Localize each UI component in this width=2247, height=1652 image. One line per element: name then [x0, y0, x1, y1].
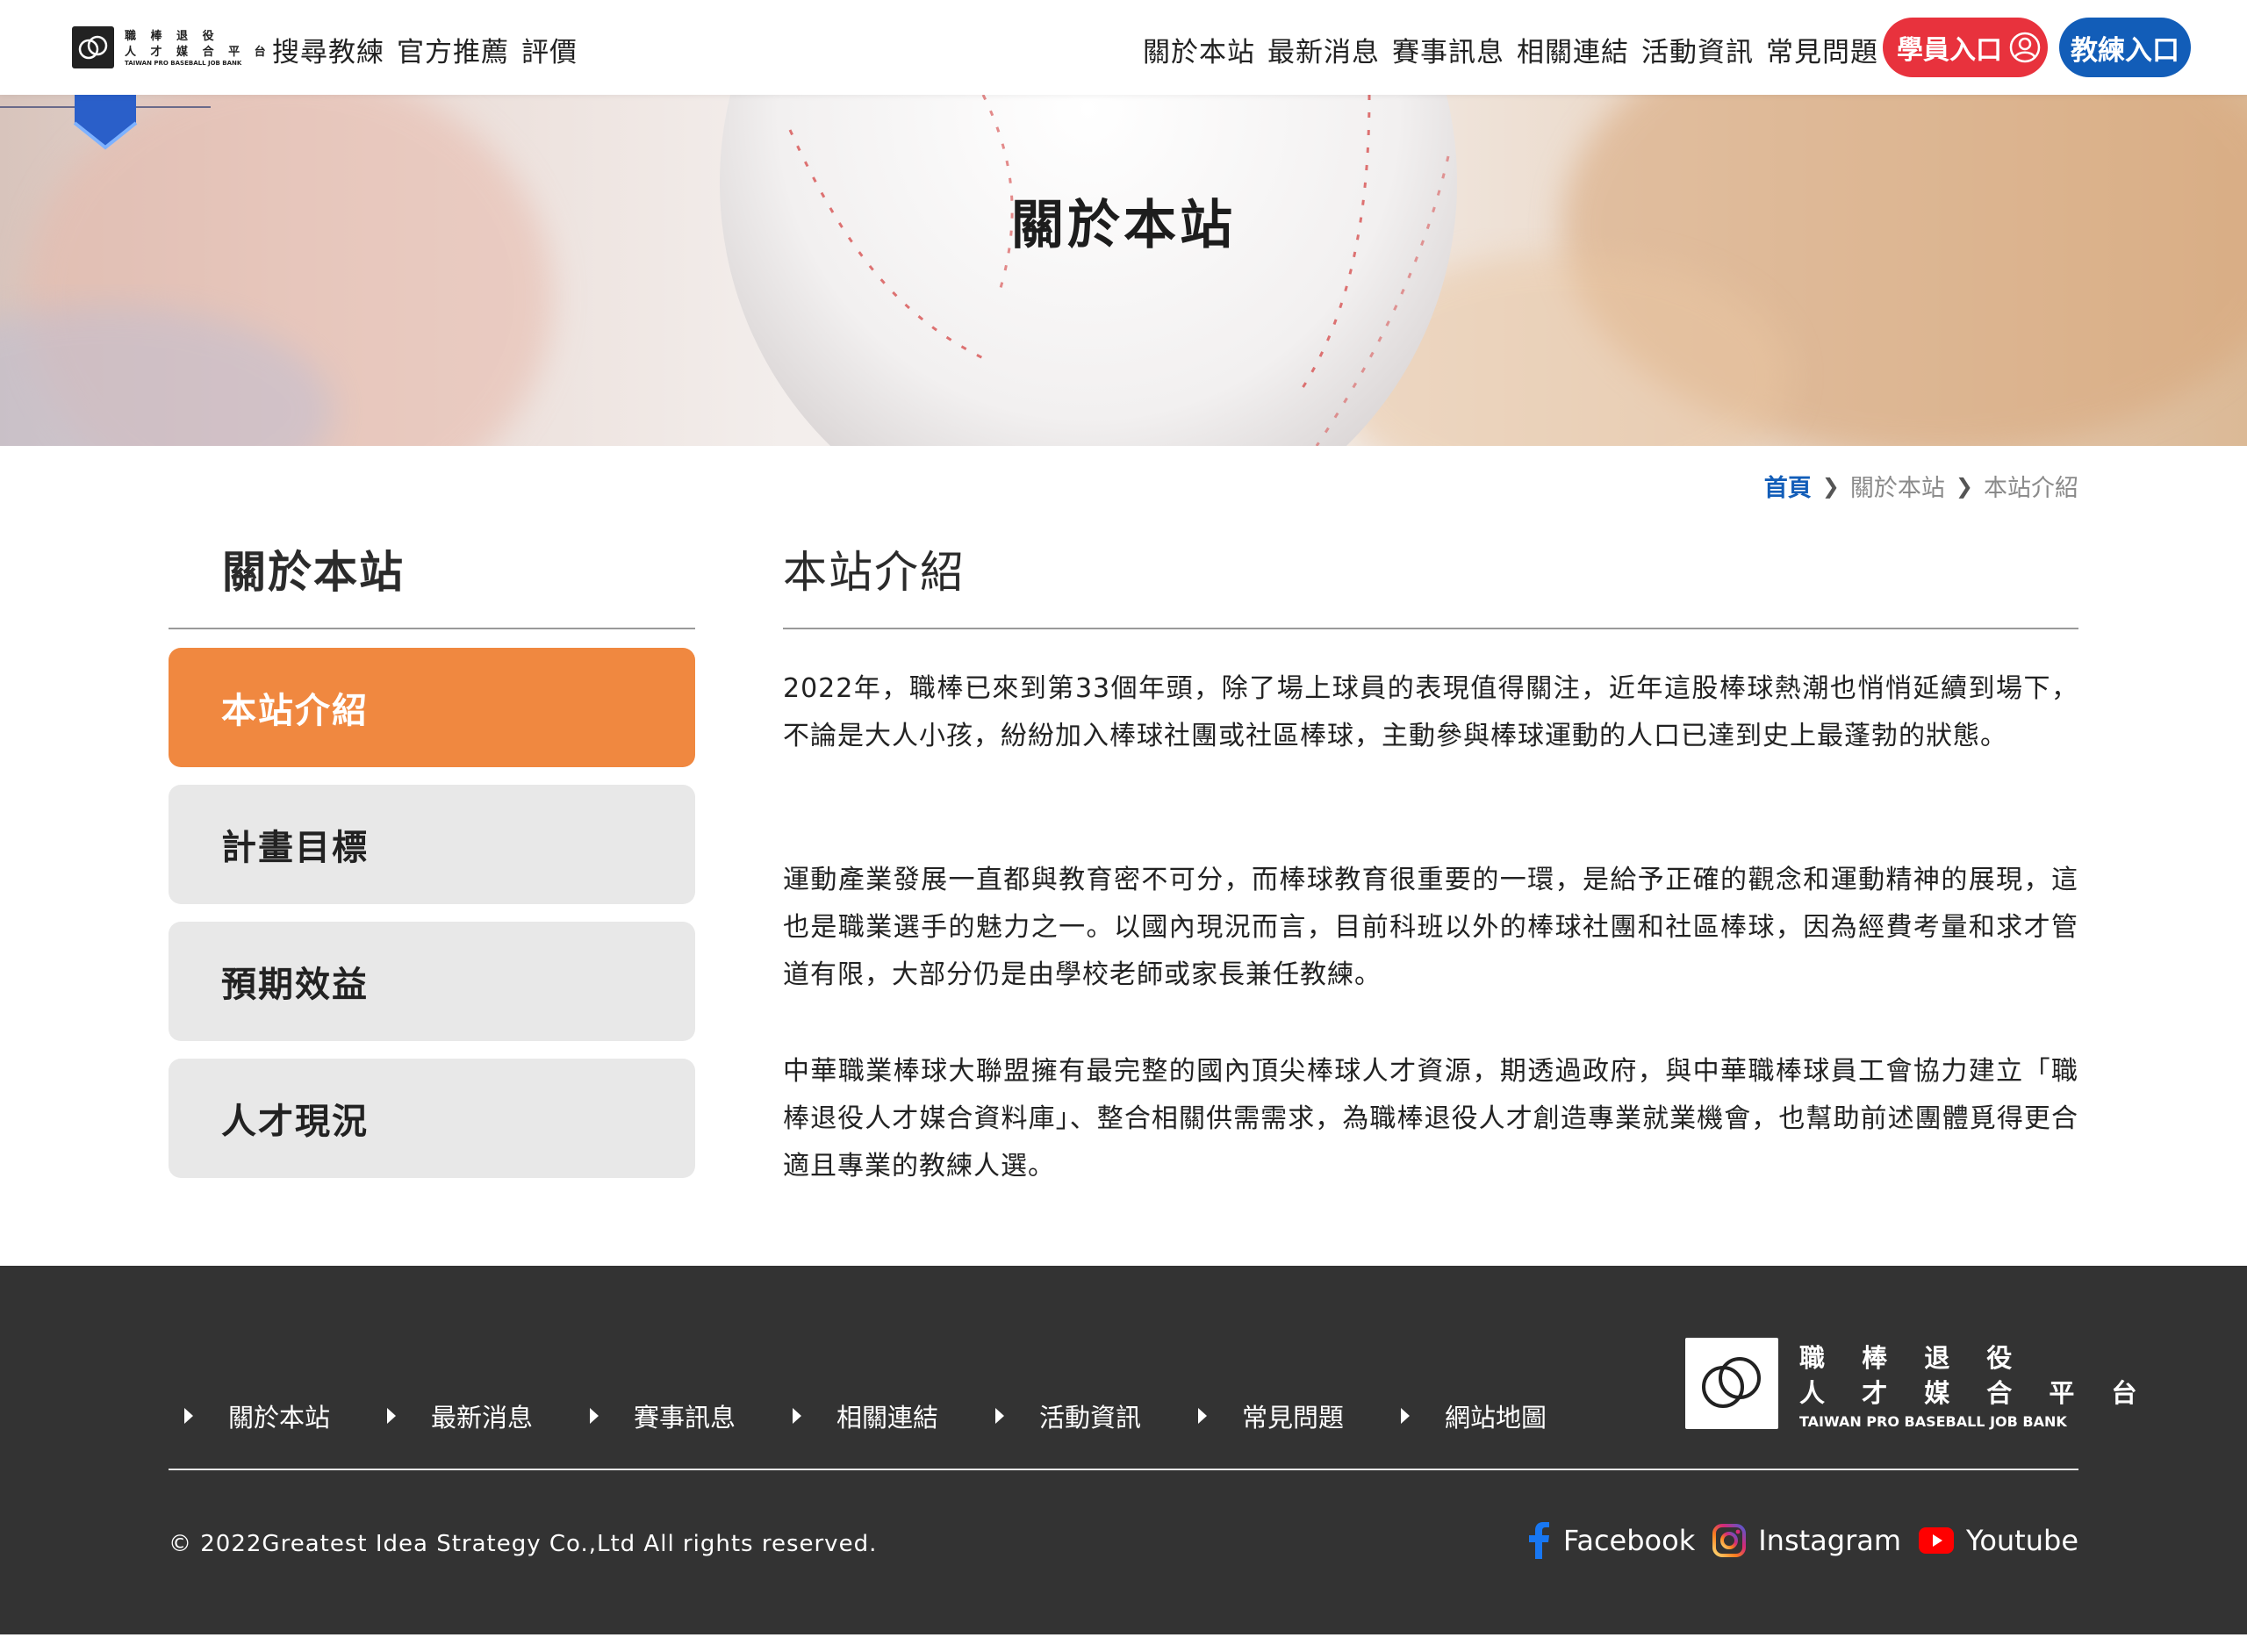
instagram-label: Instagram [1758, 1524, 1902, 1557]
footer-link-about[interactable]: 關於本站 [169, 1397, 371, 1434]
footer-link-faq[interactable]: 常見問題 [1182, 1397, 1385, 1434]
site-footer: 關於本站 最新消息 賽事訊息 相關連結 活動資訊 常見問題 網站地圖 職 棒 退… [0, 1266, 2247, 1634]
instagram-link[interactable]: Instagram [1712, 1524, 1901, 1557]
nav-about[interactable]: 關於本站 [1143, 30, 1255, 69]
sidebar-item-benefits[interactable]: 預期效益 [169, 922, 695, 1041]
sidebar-divider [169, 628, 695, 629]
sidebar-item-talent[interactable]: 人才現況 [169, 1059, 695, 1178]
facebook-icon [1528, 1522, 1549, 1559]
footer-link-label: 網站地圖 [1445, 1403, 1547, 1433]
site-header: 職 棒 退 役 人 才 媒 合 平 台 TAIWAN PRO BASEBALL … [0, 0, 2247, 95]
sidebar-item-label: 計畫目標 [221, 828, 369, 868]
hero-shield-divider [0, 95, 211, 150]
social-links: Facebook Instagram Youtube [1526, 1522, 2078, 1559]
footer-link-label: 常見問題 [1242, 1403, 1345, 1433]
caret-right-icon [1401, 1408, 1410, 1424]
page-bottom-margin [0, 1634, 2247, 1652]
site-logo[interactable]: 職 棒 退 役 人 才 媒 合 平 台 TAIWAN PRO BASEBALL … [72, 25, 266, 70]
footer-link-links[interactable]: 相關連結 [777, 1397, 980, 1434]
footer-link-label: 賽事訊息 [634, 1403, 736, 1433]
logo-text-en: TAIWAN PRO BASEBALL JOB BANK [125, 60, 242, 67]
footer-logo-en: TAIWAN PRO BASEBALL JOB BANK [1799, 1413, 2067, 1430]
breadcrumb-about[interactable]: 關於本站 [1850, 469, 1945, 503]
nav-official-recommend[interactable]: 官方推薦 [397, 30, 509, 69]
caret-right-icon [1198, 1408, 1207, 1424]
logo-text-line1: 職 棒 退 役 [125, 30, 219, 43]
hero-title: 關於本站 [1011, 195, 1236, 256]
nav-faq[interactable]: 常見問題 [1766, 30, 1878, 69]
youtube-link[interactable]: Youtube [1919, 1524, 2078, 1557]
copyright-text: © 2022Greatest Idea Strategy Co.,Ltd All… [169, 1531, 878, 1557]
footer-link-news[interactable]: 最新消息 [371, 1397, 574, 1434]
student-login-label: 學員入口 [1897, 35, 2002, 66]
nav-reviews[interactable]: 評價 [521, 30, 578, 69]
coach-login-button[interactable]: 教練入口 [2059, 18, 2191, 77]
footer-logo-line2: 人 才 媒 合 平 台 [1799, 1378, 2151, 1408]
student-login-button[interactable]: 學員入口 [1883, 18, 2048, 77]
sidebar-item-goals[interactable]: 計畫目標 [169, 785, 695, 904]
footer-nav: 關於本站 最新消息 賽事訊息 相關連結 活動資訊 常見問題 網站地圖 [169, 1397, 1588, 1434]
content-divider [783, 628, 2078, 629]
sidebar-item-intro[interactable]: 本站介紹 [169, 648, 695, 767]
baseball-background-image [0, 95, 2247, 446]
facebook-label: Facebook [1562, 1524, 1696, 1557]
caret-right-icon [793, 1408, 801, 1424]
logo-text-line2: 人 才 媒 合 平 台 [125, 46, 271, 59]
primary-nav: 搜尋教練 官方推薦 評價 [272, 30, 578, 69]
footer-link-label: 相關連結 [836, 1403, 939, 1433]
nav-events[interactable]: 賽事訊息 [1392, 30, 1504, 69]
footer-divider [169, 1469, 2078, 1470]
chevron-right-icon: ❯ [1955, 473, 1973, 499]
breadcrumb: 首頁 ❯ 關於本站 ❯ 本站介紹 [1764, 469, 2078, 503]
nav-news[interactable]: 最新消息 [1267, 30, 1380, 69]
chevron-right-icon: ❯ [1821, 473, 1840, 499]
hero-banner: 關於本站 [0, 95, 2247, 446]
caret-right-icon [184, 1408, 193, 1424]
sidebar-item-label: 人才現況 [221, 1102, 369, 1142]
nav-links[interactable]: 相關連結 [1517, 30, 1629, 69]
nav-search-coach[interactable]: 搜尋教練 [272, 30, 384, 69]
footer-logo[interactable]: 職 棒 退 役 人 才 媒 合 平 台 TAIWAN PRO BASEBALL … [1685, 1338, 2136, 1431]
footer-link-activities[interactable]: 活動資訊 [980, 1397, 1182, 1434]
footer-link-events[interactable]: 賽事訊息 [574, 1397, 777, 1434]
facebook-link[interactable]: Facebook [1526, 1522, 1695, 1559]
user-icon [2009, 32, 2041, 63]
content-paragraph-3: 中華職業棒球大聯盟擁有最完整的國內頂尖棒球人才資源，期透過政府，與中華職棒球員工… [783, 1056, 2078, 1182]
instagram-icon [1712, 1524, 1747, 1557]
content-paragraph-2: 運動產業發展一直都與教育密不可分，而棒球教育很重要的一環，是給予正確的觀念和運動… [783, 865, 2078, 990]
logo-rings-icon [1685, 1338, 1778, 1429]
breadcrumb-home[interactable]: 首頁 [1764, 469, 1812, 503]
caret-right-icon [590, 1408, 599, 1424]
footer-link-label: 活動資訊 [1039, 1403, 1142, 1433]
footer-link-sitemap[interactable]: 網站地圖 [1385, 1397, 1588, 1434]
caret-right-icon [995, 1408, 1004, 1424]
breadcrumb-current: 本站介紹 [1984, 475, 2078, 502]
footer-logo-line1: 職 棒 退 役 [1799, 1343, 2027, 1373]
caret-right-icon [387, 1408, 396, 1424]
secondary-nav: 關於本站 最新消息 賽事訊息 相關連結 活動資訊 常見問題 [1143, 30, 1878, 69]
sidebar-title: 關於本站 [222, 547, 405, 598]
nav-activities[interactable]: 活動資訊 [1641, 30, 1754, 69]
footer-link-label: 最新消息 [431, 1403, 534, 1433]
content-title: 本站介紹 [783, 547, 966, 598]
youtube-icon [1919, 1527, 1955, 1554]
sidebar-item-label: 本站介紹 [221, 691, 369, 731]
youtube-label: Youtube [1966, 1524, 2078, 1557]
sidebar-item-label: 預期效益 [221, 965, 369, 1005]
logo-rings-icon [72, 26, 114, 68]
footer-link-label: 關於本站 [228, 1403, 331, 1433]
content-paragraph-1: 2022年，職棒已來到第33個年頭，除了場上球員的表現值得關注，近年這股棒球熱潮… [783, 673, 2078, 751]
